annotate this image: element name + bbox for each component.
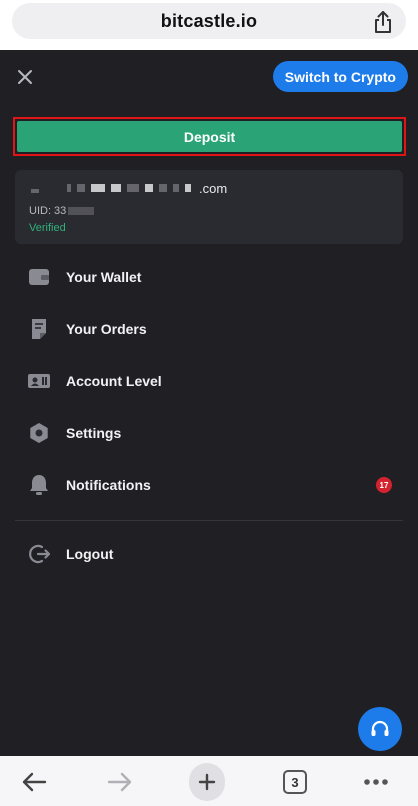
plus-icon	[189, 763, 225, 801]
deposit-highlight: Deposit	[13, 117, 406, 156]
forward-button[interactable]	[102, 764, 138, 800]
share-icon[interactable]	[372, 10, 394, 34]
bell-icon	[26, 473, 52, 497]
menu-item-your-wallet[interactable]: Your Wallet	[0, 257, 418, 297]
menu-item-settings[interactable]: Settings	[0, 413, 418, 453]
more-dots-icon	[364, 779, 388, 785]
notification-count-badge: 17	[376, 477, 392, 493]
logout-button[interactable]: Logout	[0, 534, 418, 574]
headset-icon	[371, 720, 389, 736]
verified-status: Verified	[29, 222, 66, 234]
uid-blur	[68, 207, 95, 215]
id-card-icon	[26, 369, 52, 393]
orders-icon	[26, 317, 52, 341]
email-suffix: .com	[199, 180, 228, 196]
deposit-button[interactable]: Deposit	[17, 121, 402, 152]
menu-label: Settings	[66, 425, 122, 441]
account-card: .com UID: 33 Verified	[15, 170, 403, 244]
switch-to-crypto-button[interactable]: Switch to Crypto	[272, 61, 408, 92]
arrow-right-icon	[107, 772, 132, 792]
tab-count: 3	[283, 770, 307, 794]
gear-icon	[26, 421, 52, 445]
new-tab-button[interactable]	[189, 763, 225, 801]
menu-label: Your Orders	[66, 321, 147, 337]
menu-item-account-level[interactable]: Account Level	[0, 361, 418, 401]
menu-divider	[15, 520, 403, 521]
browser-toolbar: 3	[0, 756, 418, 806]
email-row: .com	[31, 180, 227, 196]
menu-label: Account Level	[66, 373, 162, 389]
tabs-button[interactable]: 3	[277, 764, 313, 800]
arrow-left-icon	[22, 772, 47, 792]
support-chat-button[interactable]	[358, 707, 402, 751]
menu-label: Notifications	[66, 477, 151, 493]
close-icon[interactable]	[14, 66, 36, 88]
menu-label: Logout	[66, 546, 114, 562]
uid-text: UID: 33	[29, 205, 67, 217]
back-button[interactable]	[16, 764, 52, 800]
url-text: bitcastle.io	[160, 10, 258, 31]
more-menu-button[interactable]	[358, 764, 394, 800]
menu-item-notifications[interactable]: Notifications 17	[0, 465, 418, 505]
uid-row: UID: 33	[29, 205, 95, 217]
url-field[interactable]: bitcastle.io	[12, 3, 406, 39]
menu-label: Your Wallet	[66, 269, 142, 285]
wallet-icon	[26, 265, 52, 289]
account-menu-panel: Switch to Crypto Deposit .com UID: 33 Ve…	[0, 50, 418, 756]
browser-address-bar: bitcastle.io	[0, 0, 418, 50]
menu-item-your-orders[interactable]: Your Orders	[0, 309, 418, 349]
logout-icon	[26, 542, 52, 566]
